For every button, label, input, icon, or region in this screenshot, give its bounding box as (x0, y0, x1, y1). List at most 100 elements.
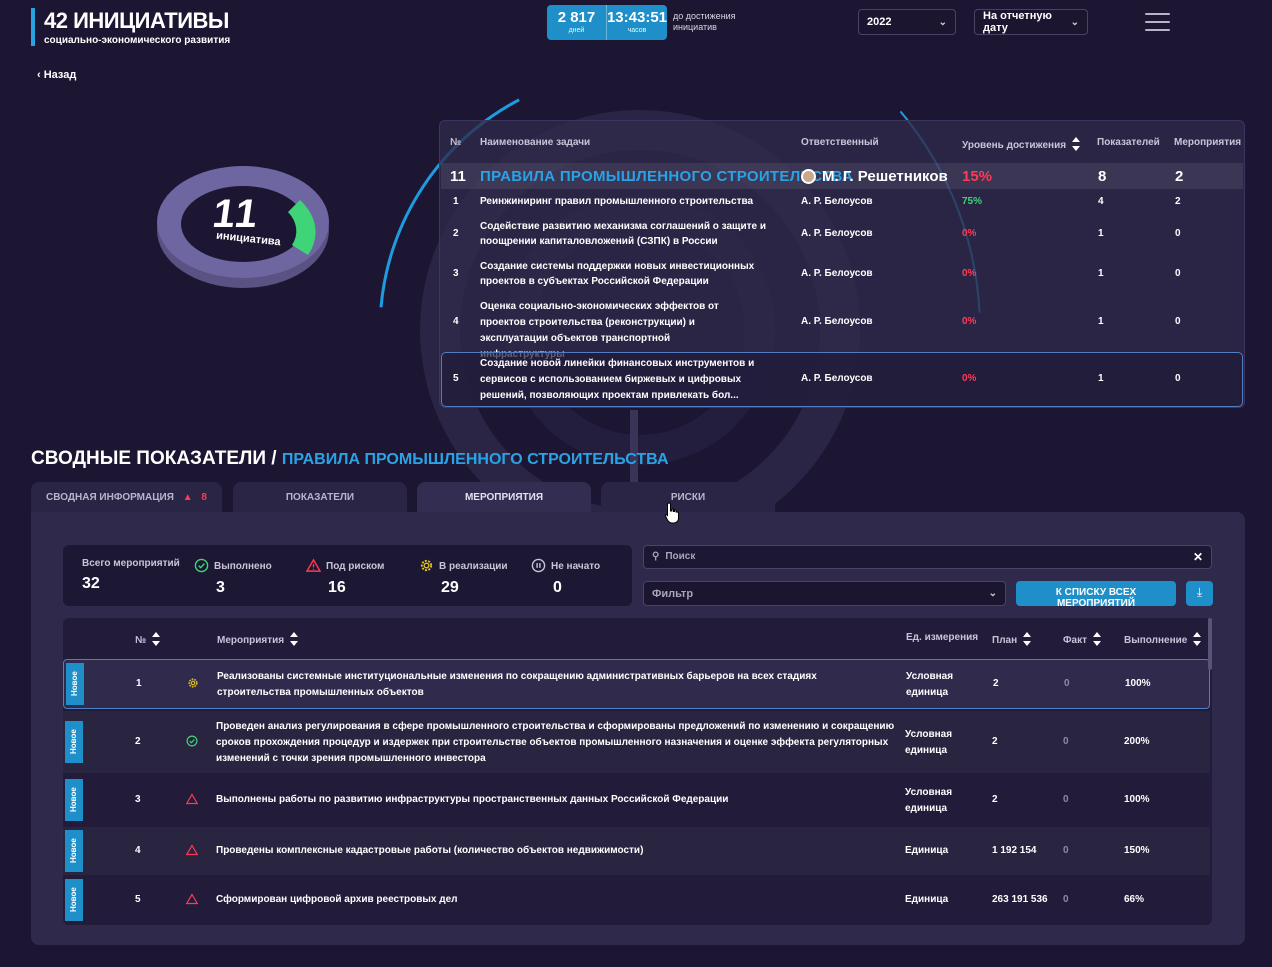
close-icon[interactable]: ✕ (1193, 550, 1203, 564)
search-input[interactable]: ⚲ Поиск ✕ (643, 545, 1212, 569)
subtask-row[interactable]: 3 Создание системы поддержки новых инвес… (441, 257, 1243, 293)
sort-icon[interactable] (290, 632, 299, 646)
row-unit: Условная единица (906, 671, 954, 698)
hamburger-menu-icon[interactable] (1145, 13, 1170, 31)
subtask-owner: А. Р. Белоусов (801, 268, 873, 279)
gear-icon (420, 559, 433, 572)
hand-cursor-icon (664, 502, 679, 524)
tab-risks[interactable]: РИСКИ (601, 482, 775, 513)
all-events-button[interactable]: К СПИСКУ ВСЕХ МЕРОПРИЯТИЙ (1016, 581, 1176, 609)
events-stats: Всего мероприятий 32 Выполнено 3 Под рис… (63, 545, 632, 606)
status-badge: Новое (65, 779, 83, 821)
col-plan[interactable]: План (992, 632, 1032, 646)
timer-time-label: часов (627, 27, 647, 34)
row-unit: Условная единица (905, 787, 953, 814)
row-name: Проведены комплексные кадастровые работы… (216, 845, 644, 856)
row-plan: 2 (992, 794, 998, 805)
table-scrollbar[interactable] (1208, 618, 1212, 670)
table-row[interactable]: Новое 5 Сформирован цифровой архив реест… (63, 877, 1210, 923)
subtask-events: 0 (1175, 228, 1181, 239)
stat-notstarted-label: Не начато (551, 561, 601, 572)
events-table: № Мероприятия Ед. измерения План Факт Вы… (63, 618, 1212, 925)
table-row[interactable]: Новое 3 Выполнены работы по развитию инф… (63, 775, 1210, 825)
subtask-row[interactable]: 1 Реинжиниринг правил промышленного стро… (441, 193, 1243, 215)
subtask-level: 0% (962, 228, 977, 239)
section-title: СВОДНЫЕ ПОКАЗАТЕЛИ / ПРАВИЛА ПРОМЫШЛЕННО… (31, 448, 669, 470)
stat-progress-label: В реализации (439, 561, 508, 572)
row-unit: Единица (905, 894, 949, 905)
filter-select[interactable]: Фильтр ⌄ (643, 581, 1006, 606)
stat-done[interactable]: Выполнено 3 (194, 558, 272, 597)
subtask-row[interactable]: 4 Оценка социально-экономических эффекто… (441, 297, 1243, 360)
subtask-indicators: 1 (1098, 268, 1104, 279)
row-name: Реализованы системные институциональные … (217, 671, 817, 698)
row-unit: Условная единица (905, 729, 953, 756)
task-name: ПРАВИЛА ПРОМЫШЛЕННОГО СТРОИТЕЛЬСТВА (480, 168, 853, 185)
col-unit: Ед. измерения (906, 632, 979, 643)
task-indicators: 8 (1098, 168, 1107, 185)
warning-triangle-icon (186, 844, 198, 856)
row-fact: 0 (1063, 894, 1069, 905)
subtask-level: 0% (962, 268, 977, 279)
subtask-events: 0 (1175, 373, 1181, 384)
section-title-separator: / (271, 448, 277, 469)
task-owner: М. Г. Решетников (801, 168, 948, 185)
row-num: 5 (135, 894, 141, 905)
sort-icon[interactable] (1072, 137, 1081, 151)
subtask-owner: А. Р. Белоусов (801, 196, 873, 207)
row-num: 1 (136, 678, 142, 689)
col-done[interactable]: Выполнение (1124, 632, 1202, 646)
subtask-row[interactable]: 2 Содействие развитию механизма соглашен… (441, 217, 1243, 253)
stat-notstarted[interactable]: Не начато 0 (531, 558, 600, 597)
subtask-indicators: 4 (1098, 196, 1104, 207)
stat-risk[interactable]: Под риском 16 (306, 558, 384, 597)
col-fact[interactable]: Факт (1063, 632, 1101, 646)
tab-indicators[interactable]: ПОКАЗАТЕЛИ (233, 482, 407, 513)
tab-summary[interactable]: СВОДНАЯ ИНФОРМАЦИЯ ▲ 8 (31, 482, 222, 513)
subtask-name: Создание новой линейки финансовых инстру… (480, 358, 755, 401)
sort-icon[interactable] (152, 632, 161, 646)
subtask-name: Создание системы поддержки новых инвести… (480, 261, 755, 287)
task-main-row[interactable]: 11 ПРАВИЛА ПРОМЫШЛЕННОГО СТРОИТЕЛЬСТВА М… (441, 163, 1243, 189)
app-subtitle: социально-экономического развития (44, 35, 231, 46)
warning-triangle-icon (186, 793, 198, 805)
subtask-row-selected[interactable]: 5 Создание новой линейки финансовых инст… (441, 352, 1243, 407)
row-num: 2 (135, 736, 141, 747)
row-name: Сформирован цифровой архив реестровых де… (216, 894, 458, 905)
col-num: № (450, 137, 462, 148)
col-num[interactable]: № (135, 632, 161, 646)
subtask-name: Содействие развитию механизма соглашений… (480, 221, 767, 247)
avatar (801, 169, 816, 184)
col-level[interactable]: Уровень достижения (962, 137, 1081, 151)
row-fact: 0 (1063, 736, 1069, 747)
timer-days-label: дней (568, 27, 585, 34)
sort-icon[interactable] (1193, 632, 1202, 646)
status-badge: Новое (65, 721, 83, 763)
pause-circle-icon (531, 558, 546, 573)
row-done: 100% (1124, 794, 1150, 805)
sort-icon[interactable] (1023, 632, 1032, 646)
col-event-name[interactable]: Мероприятия (217, 632, 299, 646)
col-events: Мероприятия (1174, 137, 1242, 148)
row-num: 4 (135, 845, 141, 856)
row-fact: 0 (1063, 845, 1069, 856)
col-event-name-label: Мероприятия (217, 635, 285, 646)
tab-events[interactable]: МЕРОПРИЯТИЯ (417, 482, 591, 513)
app-title: 42 ИНИЦИАТИВЫ (44, 8, 229, 33)
table-row[interactable]: Новое 4 Проведены комплексные кадастровы… (63, 827, 1210, 875)
row-done: 100% (1125, 678, 1151, 689)
year-select[interactable]: 2022 ⌄ (858, 9, 956, 35)
stat-notstarted-value: 0 (553, 579, 562, 596)
download-button[interactable]: ⤓ (1186, 581, 1213, 606)
filter-placeholder: Фильтр (652, 587, 694, 600)
sort-icon[interactable] (1093, 632, 1101, 646)
date-mode-value: На отчетную дату (983, 10, 1052, 34)
table-row[interactable]: Новое 1 Реализованы системные институцио… (63, 659, 1210, 709)
subtask-indicators: 1 (1098, 228, 1104, 239)
table-row[interactable]: Новое 2 Проведен анализ регулирования в … (63, 711, 1210, 773)
back-link[interactable]: ‹ Назад (37, 69, 76, 81)
date-mode-select[interactable]: На отчетную дату ⌄ (974, 9, 1088, 35)
row-done: 200% (1124, 736, 1150, 747)
stat-progress[interactable]: В реализации 29 (419, 558, 508, 597)
status-badge: Новое (65, 830, 83, 872)
